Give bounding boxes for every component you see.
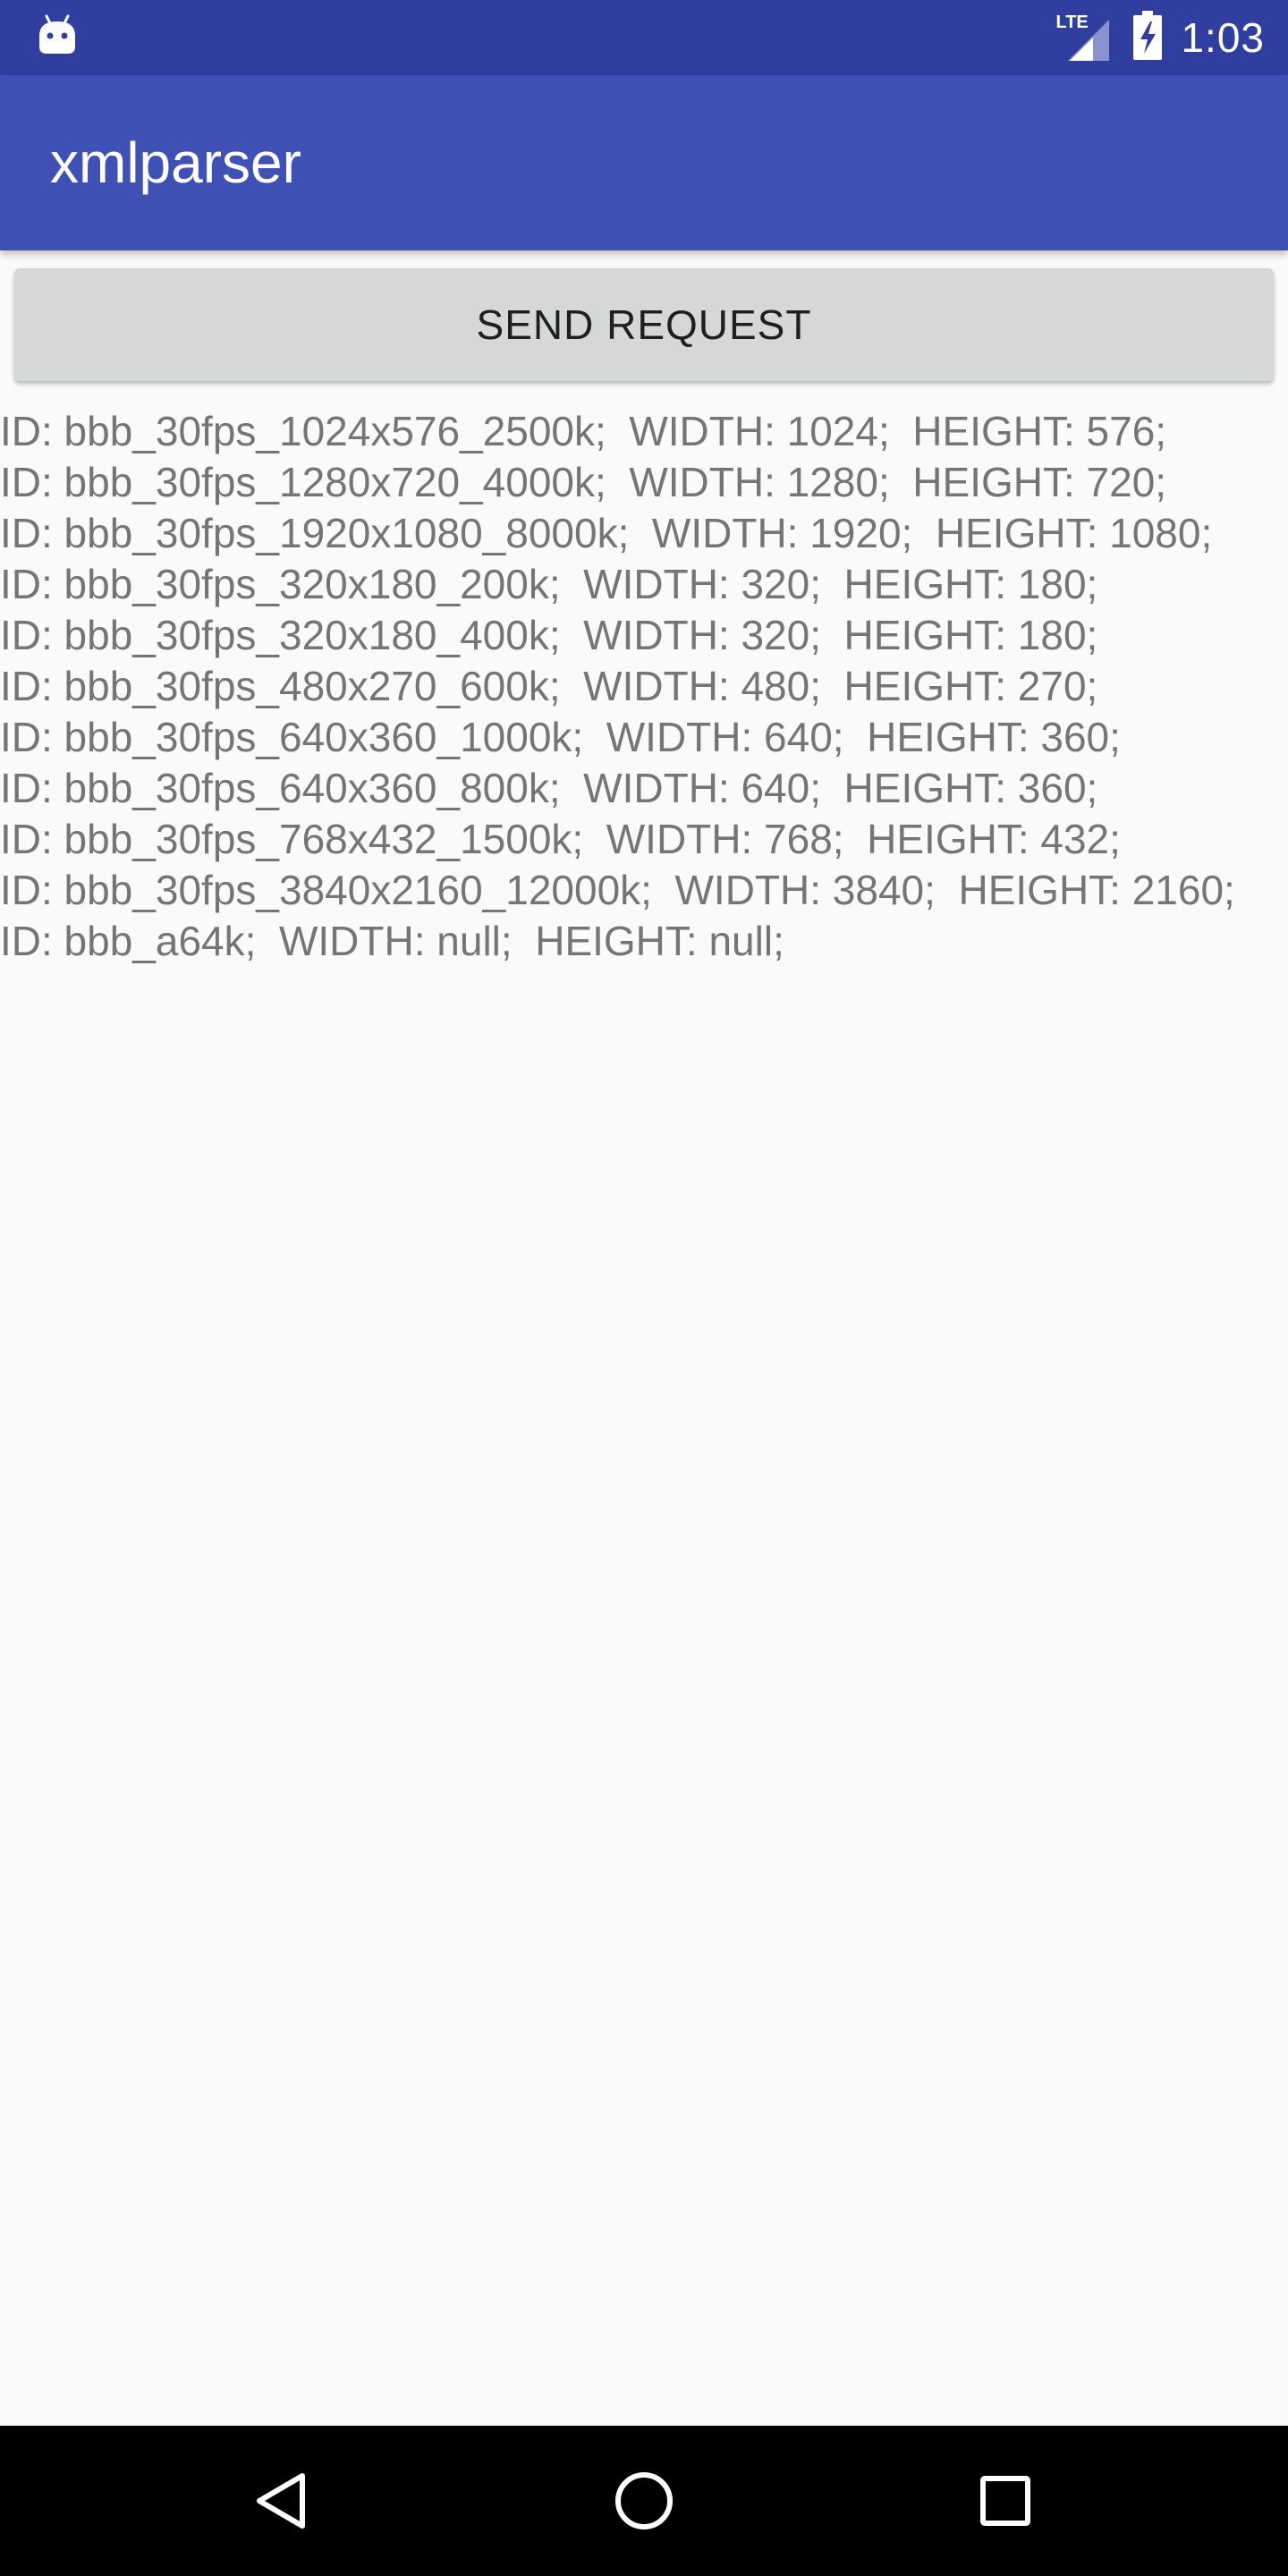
app-bar: xmlparser (0, 75, 1288, 250)
recents-square-icon[interactable] (970, 2465, 1041, 2537)
list-item: ID: bbb_a64k; WIDTH: null; HEIGHT: null; (0, 918, 784, 964)
list-item: ID: bbb_30fps_640x360_800k; WIDTH: 640; … (0, 765, 1098, 811)
list-item: ID: bbb_30fps_480x270_600k; WIDTH: 480; … (0, 663, 1098, 709)
list-item: ID: bbb_30fps_1024x576_2500k; WIDTH: 102… (0, 408, 1167, 454)
navigation-bar (0, 2426, 1288, 2576)
list-item: ID: bbb_30fps_1280x720_4000k; WIDTH: 128… (0, 459, 1167, 505)
android-robot-icon (38, 14, 77, 57)
home-circle-icon[interactable] (608, 2465, 680, 2537)
status-right: LTE 1:03 (1055, 0, 1265, 75)
results-list: ID: bbb_30fps_1024x576_2500k; WIDTH: 102… (0, 406, 1288, 967)
network-type-label: LTE (1055, 13, 1089, 32)
battery-charging-icon (1132, 10, 1163, 65)
cell-signal-icon: LTE (1055, 13, 1114, 63)
list-item: ID: bbb_30fps_640x360_1000k; WIDTH: 640;… (0, 714, 1121, 760)
list-item: ID: bbb_30fps_1920x1080_8000k; WIDTH: 19… (0, 510, 1213, 556)
list-item: ID: bbb_30fps_768x432_1500k; WIDTH: 768;… (0, 816, 1121, 862)
list-item: ID: bbb_30fps_320x180_400k; WIDTH: 320; … (0, 612, 1098, 658)
status-bar: LTE 1:03 (0, 0, 1288, 75)
app-title: xmlparser (50, 131, 301, 195)
back-triangle-icon[interactable] (247, 2465, 318, 2537)
screen: LTE 1:03 xmlparser SEND REQUEST ID: bbb_… (0, 0, 1288, 2576)
send-request-button[interactable]: SEND REQUEST (14, 268, 1274, 381)
status-time: 1:03 (1181, 14, 1265, 61)
list-item: ID: bbb_30fps_320x180_200k; WIDTH: 320; … (0, 561, 1098, 607)
list-item: ID: bbb_30fps_3840x2160_12000k; WIDTH: 3… (0, 867, 1235, 913)
